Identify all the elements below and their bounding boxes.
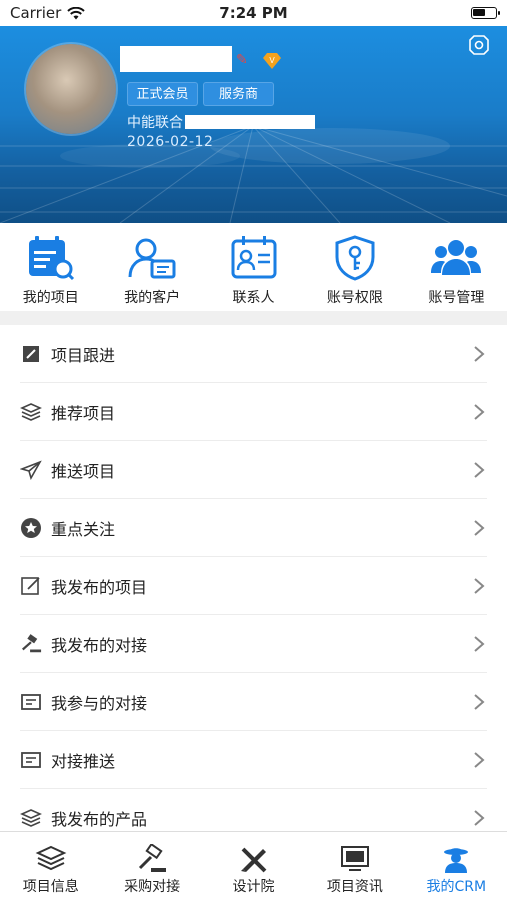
chevron-right-icon bbox=[474, 346, 485, 362]
menu-list: 项目跟进 推荐项目 推送项目 重点关注 我发布的项目 我发布的对接 我参与的对接… bbox=[0, 325, 507, 831]
quick-my-projects[interactable]: 我的项目 bbox=[0, 223, 101, 311]
carrier-label: Carrier bbox=[10, 4, 62, 22]
tab-project-news[interactable]: 项目资讯 bbox=[304, 832, 405, 900]
menu-item-docking-push[interactable]: 对接推送 bbox=[0, 731, 507, 789]
gavel-icon bbox=[20, 633, 42, 655]
chevron-right-icon bbox=[474, 694, 485, 710]
menu-label: 推荐项目 bbox=[51, 404, 116, 423]
contact-card-icon bbox=[231, 236, 277, 279]
gavel-icon bbox=[139, 844, 167, 872]
quick-contacts[interactable]: 联系人 bbox=[203, 223, 304, 311]
svg-text:V: V bbox=[269, 56, 275, 65]
avatar[interactable] bbox=[26, 44, 116, 134]
menu-item-recommended-projects[interactable]: 推荐项目 bbox=[0, 383, 507, 441]
company-name: 中能联合 bbox=[127, 112, 315, 132]
menu-label: 我发布的对接 bbox=[51, 636, 148, 655]
tab-label: 项目信息 bbox=[22, 879, 79, 895]
username-redacted bbox=[120, 46, 232, 72]
pencil-ruler-icon bbox=[240, 847, 266, 873]
edit-name-icon[interactable]: ✎ bbox=[236, 52, 248, 68]
edit-square-icon bbox=[20, 575, 42, 597]
section-divider bbox=[0, 311, 507, 325]
chat-box-icon bbox=[20, 749, 42, 771]
tab-procurement-docking[interactable]: 采购对接 bbox=[101, 832, 202, 900]
menu-label: 对接推送 bbox=[51, 752, 116, 771]
menu-item-push-projects[interactable]: 推送项目 bbox=[0, 441, 507, 499]
chevron-right-icon bbox=[474, 578, 485, 594]
tab-label: 采购对接 bbox=[124, 879, 181, 895]
quick-account-management[interactable]: 账号管理 bbox=[406, 223, 507, 311]
star-circle-icon bbox=[20, 517, 42, 539]
vip-badge-icon: V bbox=[263, 53, 281, 69]
menu-item-my-participated-dockings[interactable]: 我参与的对接 bbox=[0, 673, 507, 731]
paper-plane-icon bbox=[20, 459, 42, 481]
customer-card-icon bbox=[128, 238, 176, 279]
quick-actions: 我的项目 我的客户 联系人 账号权限 账号管理 bbox=[0, 223, 507, 311]
wifi-icon bbox=[67, 6, 86, 19]
bottom-tab-bar: 项目信息 采购对接 设计院 项目资讯 我的CRM bbox=[0, 831, 507, 900]
menu-label: 项目跟进 bbox=[51, 346, 116, 365]
menu-item-my-published-projects[interactable]: 我发布的项目 bbox=[0, 557, 507, 615]
role-tag: 服务商 bbox=[203, 82, 274, 106]
menu-label: 我发布的产品 bbox=[51, 810, 148, 829]
membership-tag: 正式会员 bbox=[127, 82, 198, 106]
quick-label: 联系人 bbox=[232, 290, 275, 306]
tab-design-institute[interactable]: 设计院 bbox=[203, 832, 304, 900]
menu-label: 我参与的对接 bbox=[51, 694, 148, 713]
quick-my-customers[interactable]: 我的客户 bbox=[101, 223, 202, 311]
chevron-right-icon bbox=[474, 404, 485, 420]
chevron-right-icon bbox=[474, 462, 485, 478]
settings-icon[interactable] bbox=[466, 32, 492, 58]
chevron-right-icon bbox=[474, 636, 485, 652]
person-hat-icon bbox=[444, 848, 469, 873]
company-redacted bbox=[185, 115, 315, 129]
menu-item-key-focus[interactable]: 重点关注 bbox=[0, 499, 507, 557]
company-prefix: 中能联合 bbox=[127, 115, 183, 131]
quick-label: 我的客户 bbox=[124, 290, 181, 306]
tab-my-crm[interactable]: 我的CRM bbox=[406, 832, 507, 900]
quick-label: 账号管理 bbox=[428, 290, 485, 306]
layers-icon bbox=[20, 401, 42, 423]
tab-label: 设计院 bbox=[232, 879, 275, 895]
chevron-right-icon bbox=[474, 810, 485, 826]
quick-label: 账号权限 bbox=[326, 290, 383, 306]
chevron-right-icon bbox=[474, 752, 485, 768]
menu-label: 重点关注 bbox=[51, 520, 116, 539]
monitor-icon bbox=[340, 846, 369, 871]
status-bar: Carrier 7:24 PM bbox=[0, 0, 507, 26]
users-group-icon bbox=[431, 240, 482, 275]
tab-label: 项目资讯 bbox=[326, 879, 383, 895]
chat-box-icon bbox=[20, 691, 42, 713]
menu-label: 我发布的项目 bbox=[51, 578, 148, 597]
quick-account-permissions[interactable]: 账号权限 bbox=[304, 223, 405, 311]
battery-icon bbox=[471, 7, 500, 19]
menu-item-my-published-products[interactable]: 我发布的产品 bbox=[0, 789, 507, 831]
chevron-right-icon bbox=[474, 520, 485, 536]
tab-label: 我的CRM bbox=[426, 879, 487, 895]
tab-project-info[interactable]: 项目信息 bbox=[0, 832, 101, 900]
menu-item-project-follow-up[interactable]: 项目跟进 bbox=[0, 325, 507, 383]
menu-label: 推送项目 bbox=[51, 462, 116, 481]
shield-key-icon bbox=[335, 235, 375, 281]
quick-label: 我的项目 bbox=[22, 290, 79, 306]
menu-item-my-published-dockings[interactable]: 我发布的对接 bbox=[0, 615, 507, 673]
calendar-search-icon bbox=[28, 236, 74, 281]
edit-box-icon bbox=[20, 343, 42, 365]
member-date: 2026-02-12 bbox=[127, 134, 214, 150]
layers-icon bbox=[20, 807, 42, 829]
layers-icon bbox=[35, 845, 67, 871]
profile-header: ✎ V 正式会员 服务商 中能联合 2026-02-12 bbox=[0, 26, 507, 223]
